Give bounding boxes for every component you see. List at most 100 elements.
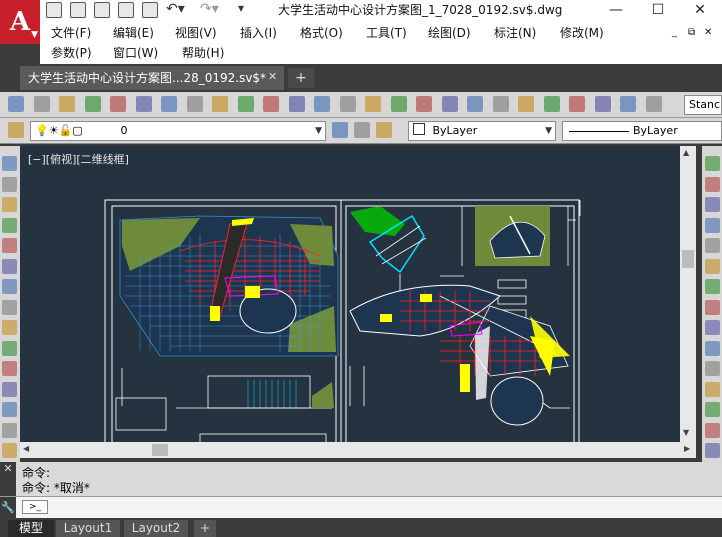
move-icon[interactable] [705,258,720,274]
menu-window[interactable]: 窗口(W) [113,45,158,61]
tab-model[interactable]: 模型 [8,520,54,537]
color-combo[interactable]: ByLayer ▼ [408,121,556,141]
layer-previous-icon[interactable] [376,122,392,138]
array-icon[interactable] [705,238,720,253]
qa-customize-icon[interactable]: ▾ [238,1,258,19]
zoom-icon[interactable] [390,96,407,112]
scroll-down-icon[interactable]: ▼ [683,428,689,437]
trim-icon[interactable] [705,340,720,356]
ellipse-arc-icon[interactable] [2,361,17,376]
make-block-icon[interactable] [2,402,17,417]
mirror-icon[interactable] [705,197,720,212]
erase-icon[interactable] [705,156,720,171]
sheetset-icon[interactable] [543,96,560,112]
publish-icon[interactable] [135,96,152,112]
minimize-button[interactable]: — [598,0,634,20]
horizontal-scroll-thumb[interactable] [152,444,168,456]
mdi-close-button[interactable]: ✕ [704,25,712,41]
line-icon[interactable] [2,156,17,171]
designcenter-icon[interactable] [492,96,509,112]
menu-edit[interactable]: 编辑(E) [113,25,154,41]
undo-icon[interactable] [314,96,330,112]
markup-icon[interactable] [569,96,585,112]
linetype-combo[interactable]: ByLayer [562,121,722,141]
open-icon[interactable] [33,96,50,112]
qa-undo-icon[interactable]: ↶▾ [166,1,196,19]
point-icon[interactable] [2,422,17,438]
mdi-minimize-button[interactable]: _ [672,25,677,41]
menu-insert[interactable]: 插入(I) [240,25,277,41]
command-prompt-icon[interactable]: >_ [22,500,48,514]
join-icon[interactable] [705,402,720,417]
close-button[interactable]: ✕ [682,0,718,20]
scale-icon[interactable] [705,299,720,315]
scroll-up-icon[interactable]: ▲ [683,148,689,157]
vertical-scrollbar[interactable]: ▲ ▼ [680,146,696,442]
menu-modify[interactable]: 修改(M) [560,25,604,41]
menu-parametric[interactable]: 参数(P) [51,45,92,61]
redo-icon[interactable] [339,96,356,112]
zoom-window-icon[interactable] [416,96,432,112]
polyline-icon[interactable] [2,197,17,212]
qa-open-icon[interactable] [70,2,86,18]
qa-plot-icon[interactable] [142,2,158,18]
copy-icon[interactable] [212,96,228,112]
make-current-icon[interactable] [354,122,370,138]
new-icon[interactable] [8,96,24,112]
qa-redo-icon[interactable]: ↷▾ [200,1,230,19]
rectangle-icon[interactable] [2,238,17,253]
layer-state-icon[interactable] [332,122,348,138]
new-tab-button[interactable]: + [288,68,314,88]
vertical-scroll-thumb[interactable] [682,250,694,268]
stretch-icon[interactable] [705,320,720,335]
zoom-prev-icon[interactable] [441,96,458,112]
menu-help[interactable]: 帮助(H) [182,45,224,61]
scroll-left-icon[interactable]: ◀ [23,444,29,453]
revision-cloud-icon[interactable] [2,299,17,315]
mdi-restore-button[interactable]: ⧉ [688,25,695,41]
tab-close-icon[interactable]: ✕ [268,70,277,83]
qa-saveas-icon[interactable] [118,2,134,18]
menu-view[interactable]: 视图(V) [175,25,217,41]
menu-dimension[interactable]: 标注(N) [494,25,536,41]
maximize-button[interactable]: ☐ [640,0,676,20]
pan-icon[interactable] [365,96,381,112]
layer-combo[interactable]: 💡☀🔓▢ 0 ▼ [30,121,326,141]
save-icon[interactable] [59,96,75,112]
command-close-icon[interactable]: ✕ [0,462,16,496]
ellipse-icon[interactable] [2,340,17,356]
scroll-right-icon[interactable]: ▶ [684,444,690,453]
extend-icon[interactable] [705,361,720,376]
toolpalette-icon[interactable] [518,96,534,112]
spline-icon[interactable] [2,320,17,335]
menu-format[interactable]: 格式(O) [300,25,343,41]
fillet-icon[interactable] [705,443,720,458]
cut-icon[interactable] [186,96,203,112]
copy-object-icon[interactable] [705,176,720,192]
tab-layout1[interactable]: Layout1 [56,520,120,537]
text-style-combo[interactable]: Stanc [684,95,722,115]
tab-layout2[interactable]: Layout2 [124,520,188,537]
qa-save-icon[interactable] [94,2,110,18]
circle-icon[interactable] [2,279,17,294]
menu-tools[interactable]: 工具(T) [366,25,407,41]
chamfer-icon[interactable] [705,422,720,438]
arc-icon[interactable] [2,258,17,274]
properties-icon[interactable] [467,96,483,112]
textstyle-icon[interactable] [645,96,662,112]
rotate-icon[interactable] [705,279,720,294]
add-layout-button[interactable]: + [194,520,216,537]
calculator-icon[interactable] [594,96,611,112]
construction-line-icon[interactable] [2,176,17,192]
wrench-icon[interactable]: 🔧 [0,497,16,519]
match-icon[interactable] [263,96,279,112]
help-icon[interactable] [620,96,636,112]
3dprint-icon[interactable] [161,96,177,112]
command-input[interactable] [52,499,702,516]
layer-manager-icon[interactable] [8,122,24,138]
drawing-area[interactable]: [−][俯视][二维线框] [20,146,680,442]
insert-block-icon[interactable] [2,381,17,397]
plot-icon[interactable] [84,96,101,112]
polygon-icon[interactable] [2,217,17,233]
hatch-icon[interactable] [2,443,17,458]
